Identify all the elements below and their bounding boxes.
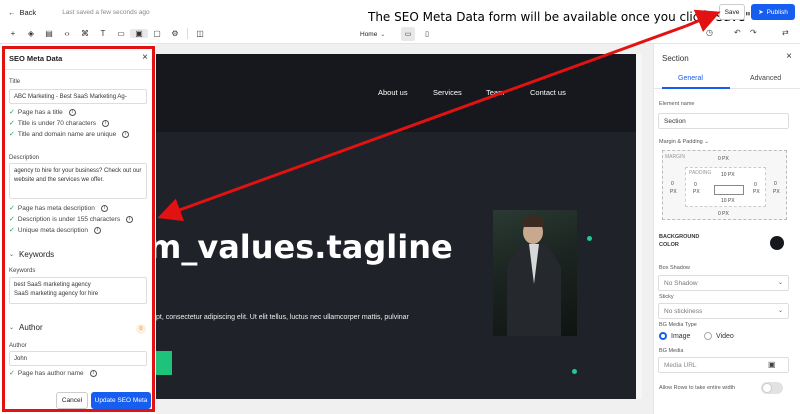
arrow-to-panel	[157, 24, 687, 222]
annotation-arrows	[157, 9, 721, 222]
arrow-to-save	[685, 9, 721, 32]
